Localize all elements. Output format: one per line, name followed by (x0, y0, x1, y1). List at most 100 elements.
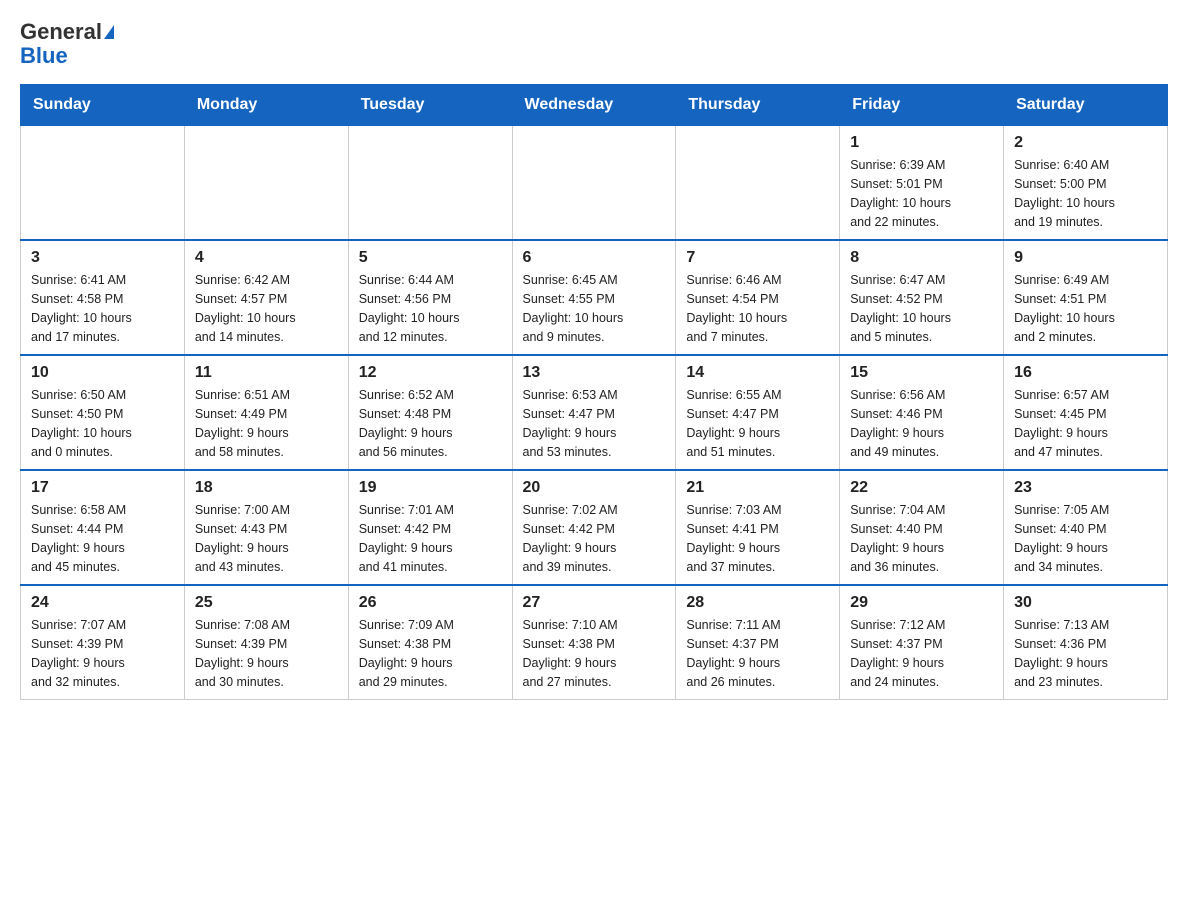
calendar-week-row: 17 Sunrise: 6:58 AM Sunset: 4:44 PM Dayli… (21, 470, 1168, 585)
day-number: 25 (195, 594, 338, 612)
calendar-day-cell: 12Sunrise: 6:52 AM Sunset: 4:48 PM Dayli… (348, 355, 512, 470)
day-number: 11 (195, 364, 338, 382)
day-info: Sunrise: 7:01 AM Sunset: 4:42 PM Dayligh… (359, 501, 502, 576)
day-number: 1 (850, 134, 993, 152)
day-info: Sunrise: 7:09 AM Sunset: 4:38 PM Dayligh… (359, 616, 502, 691)
day-info: Sunrise: 6:53 AM Sunset: 4:47 PM Dayligh… (523, 386, 666, 461)
day-info: Sunrise: 7:11 AM Sunset: 4:37 PM Dayligh… (686, 616, 829, 691)
calendar-day-cell: 18Sunrise: 7:00 AM Sunset: 4:43 PM Dayli… (184, 470, 348, 585)
calendar-table: SundayMondayTuesdayWednesdayThursdayFrid… (20, 84, 1168, 700)
calendar-day-cell: 19 Sunrise: 7:01 AM Sunset: 4:42 PM Dayli… (348, 470, 512, 585)
calendar-day-cell: 7 Sunrise: 6:46 AM Sunset: 4:54 PM Daylig… (676, 240, 840, 355)
day-info: Sunrise: 7:03 AM Sunset: 4:41 PM Dayligh… (686, 501, 829, 576)
day-info: Sunrise: 7:07 AM Sunset: 4:39 PM Dayligh… (31, 616, 174, 691)
weekday-header: Saturday (1004, 85, 1168, 125)
day-number: 29 (850, 594, 993, 612)
day-number: 20 (523, 479, 666, 497)
calendar-week-row: 10 Sunrise: 6:50 AM Sunset: 4:50 PM Dayli… (21, 355, 1168, 470)
calendar-day-cell: 23 Sunrise: 7:05 AM Sunset: 4:40 PM Dayli… (1004, 470, 1168, 585)
day-info: Sunrise: 6:39 AM Sunset: 5:01 PM Dayligh… (850, 156, 993, 231)
weekday-header: Tuesday (348, 85, 512, 125)
day-info: Sunrise: 7:05 AM Sunset: 4:40 PM Dayligh… (1014, 501, 1157, 576)
calendar-day-cell: 11 Sunrise: 6:51 AM Sunset: 4:49 PM Dayli… (184, 355, 348, 470)
day-number: 6 (523, 249, 666, 267)
day-info: Sunrise: 6:55 AM Sunset: 4:47 PM Dayligh… (686, 386, 829, 461)
calendar-day-cell (21, 125, 185, 240)
day-number: 24 (31, 594, 174, 612)
calendar-day-cell: 15Sunrise: 6:56 AM Sunset: 4:46 PM Dayli… (840, 355, 1004, 470)
calendar-day-cell: 3Sunrise: 6:41 AM Sunset: 4:58 PM Daylig… (21, 240, 185, 355)
calendar-day-cell: 5 Sunrise: 6:44 AM Sunset: 4:56 PM Daylig… (348, 240, 512, 355)
calendar-day-cell: 4 Sunrise: 6:42 AM Sunset: 4:57 PM Daylig… (184, 240, 348, 355)
day-number: 13 (523, 364, 666, 382)
calendar-day-cell (512, 125, 676, 240)
calendar-day-cell: 20 Sunrise: 7:02 AM Sunset: 4:42 PM Dayli… (512, 470, 676, 585)
weekday-header: Monday (184, 85, 348, 125)
day-info: Sunrise: 6:51 AM Sunset: 4:49 PM Dayligh… (195, 386, 338, 461)
calendar-day-cell: 2 Sunrise: 6:40 AM Sunset: 5:00 PM Daylig… (1004, 125, 1168, 240)
day-info: Sunrise: 6:40 AM Sunset: 5:00 PM Dayligh… (1014, 156, 1157, 231)
calendar-day-cell: 8 Sunrise: 6:47 AM Sunset: 4:52 PM Daylig… (840, 240, 1004, 355)
day-number: 4 (195, 249, 338, 267)
day-number: 8 (850, 249, 993, 267)
day-number: 27 (523, 594, 666, 612)
day-number: 17 (31, 479, 174, 497)
day-number: 7 (686, 249, 829, 267)
day-number: 12 (359, 364, 502, 382)
day-number: 23 (1014, 479, 1157, 497)
calendar-day-cell: 10 Sunrise: 6:50 AM Sunset: 4:50 PM Dayli… (21, 355, 185, 470)
calendar-day-cell: 13 Sunrise: 6:53 AM Sunset: 4:47 PM Dayli… (512, 355, 676, 470)
day-info: Sunrise: 6:41 AM Sunset: 4:58 PM Dayligh… (31, 271, 174, 346)
weekday-header: Friday (840, 85, 1004, 125)
day-info: Sunrise: 6:58 AM Sunset: 4:44 PM Dayligh… (31, 501, 174, 576)
day-info: Sunrise: 6:47 AM Sunset: 4:52 PM Dayligh… (850, 271, 993, 346)
calendar-day-cell: 28 Sunrise: 7:11 AM Sunset: 4:37 PM Dayli… (676, 585, 840, 700)
calendar-day-cell: 26 Sunrise: 7:09 AM Sunset: 4:38 PM Dayli… (348, 585, 512, 700)
calendar-day-cell: 6 Sunrise: 6:45 AM Sunset: 4:55 PM Daylig… (512, 240, 676, 355)
day-number: 26 (359, 594, 502, 612)
calendar-day-cell: 14Sunrise: 6:55 AM Sunset: 4:47 PM Dayli… (676, 355, 840, 470)
day-number: 22 (850, 479, 993, 497)
day-number: 28 (686, 594, 829, 612)
day-info: Sunrise: 7:12 AM Sunset: 4:37 PM Dayligh… (850, 616, 993, 691)
calendar-day-cell: 24 Sunrise: 7:07 AM Sunset: 4:39 PM Dayli… (21, 585, 185, 700)
weekday-header: Wednesday (512, 85, 676, 125)
day-info: Sunrise: 6:44 AM Sunset: 4:56 PM Dayligh… (359, 271, 502, 346)
day-number: 9 (1014, 249, 1157, 267)
day-info: Sunrise: 7:04 AM Sunset: 4:40 PM Dayligh… (850, 501, 993, 576)
day-number: 10 (31, 364, 174, 382)
calendar-day-cell: 29 Sunrise: 7:12 AM Sunset: 4:37 PM Dayli… (840, 585, 1004, 700)
day-number: 2 (1014, 134, 1157, 152)
weekday-header: Thursday (676, 85, 840, 125)
calendar-week-row: 24 Sunrise: 7:07 AM Sunset: 4:39 PM Dayli… (21, 585, 1168, 700)
calendar-day-cell: 21 Sunrise: 7:03 AM Sunset: 4:41 PM Dayli… (676, 470, 840, 585)
day-number: 21 (686, 479, 829, 497)
day-number: 16 (1014, 364, 1157, 382)
day-number: 19 (359, 479, 502, 497)
day-info: Sunrise: 6:46 AM Sunset: 4:54 PM Dayligh… (686, 271, 829, 346)
logo-triangle-icon (104, 25, 114, 39)
day-info: Sunrise: 7:10 AM Sunset: 4:38 PM Dayligh… (523, 616, 666, 691)
day-info: Sunrise: 6:49 AM Sunset: 4:51 PM Dayligh… (1014, 271, 1157, 346)
calendar-day-cell: 30Sunrise: 7:13 AM Sunset: 4:36 PM Dayli… (1004, 585, 1168, 700)
day-info: Sunrise: 6:42 AM Sunset: 4:57 PM Dayligh… (195, 271, 338, 346)
weekday-header-row: SundayMondayTuesdayWednesdayThursdayFrid… (21, 85, 1168, 125)
page-header: General Blue (20, 20, 1168, 68)
calendar-day-cell (348, 125, 512, 240)
day-info: Sunrise: 6:50 AM Sunset: 4:50 PM Dayligh… (31, 386, 174, 461)
calendar-day-cell: 9 Sunrise: 6:49 AM Sunset: 4:51 PM Daylig… (1004, 240, 1168, 355)
calendar-day-cell: 16Sunrise: 6:57 AM Sunset: 4:45 PM Dayli… (1004, 355, 1168, 470)
day-number: 5 (359, 249, 502, 267)
calendar-week-row: 3Sunrise: 6:41 AM Sunset: 4:58 PM Daylig… (21, 240, 1168, 355)
day-number: 18 (195, 479, 338, 497)
day-info: Sunrise: 6:56 AM Sunset: 4:46 PM Dayligh… (850, 386, 993, 461)
day-info: Sunrise: 6:45 AM Sunset: 4:55 PM Dayligh… (523, 271, 666, 346)
day-number: 30 (1014, 594, 1157, 612)
calendar-day-cell (184, 125, 348, 240)
day-info: Sunrise: 7:08 AM Sunset: 4:39 PM Dayligh… (195, 616, 338, 691)
calendar-day-cell (676, 125, 840, 240)
calendar-day-cell: 25 Sunrise: 7:08 AM Sunset: 4:39 PM Dayli… (184, 585, 348, 700)
weekday-header: Sunday (21, 85, 185, 125)
logo-blue-text: Blue (20, 44, 114, 68)
day-info: Sunrise: 7:02 AM Sunset: 4:42 PM Dayligh… (523, 501, 666, 576)
